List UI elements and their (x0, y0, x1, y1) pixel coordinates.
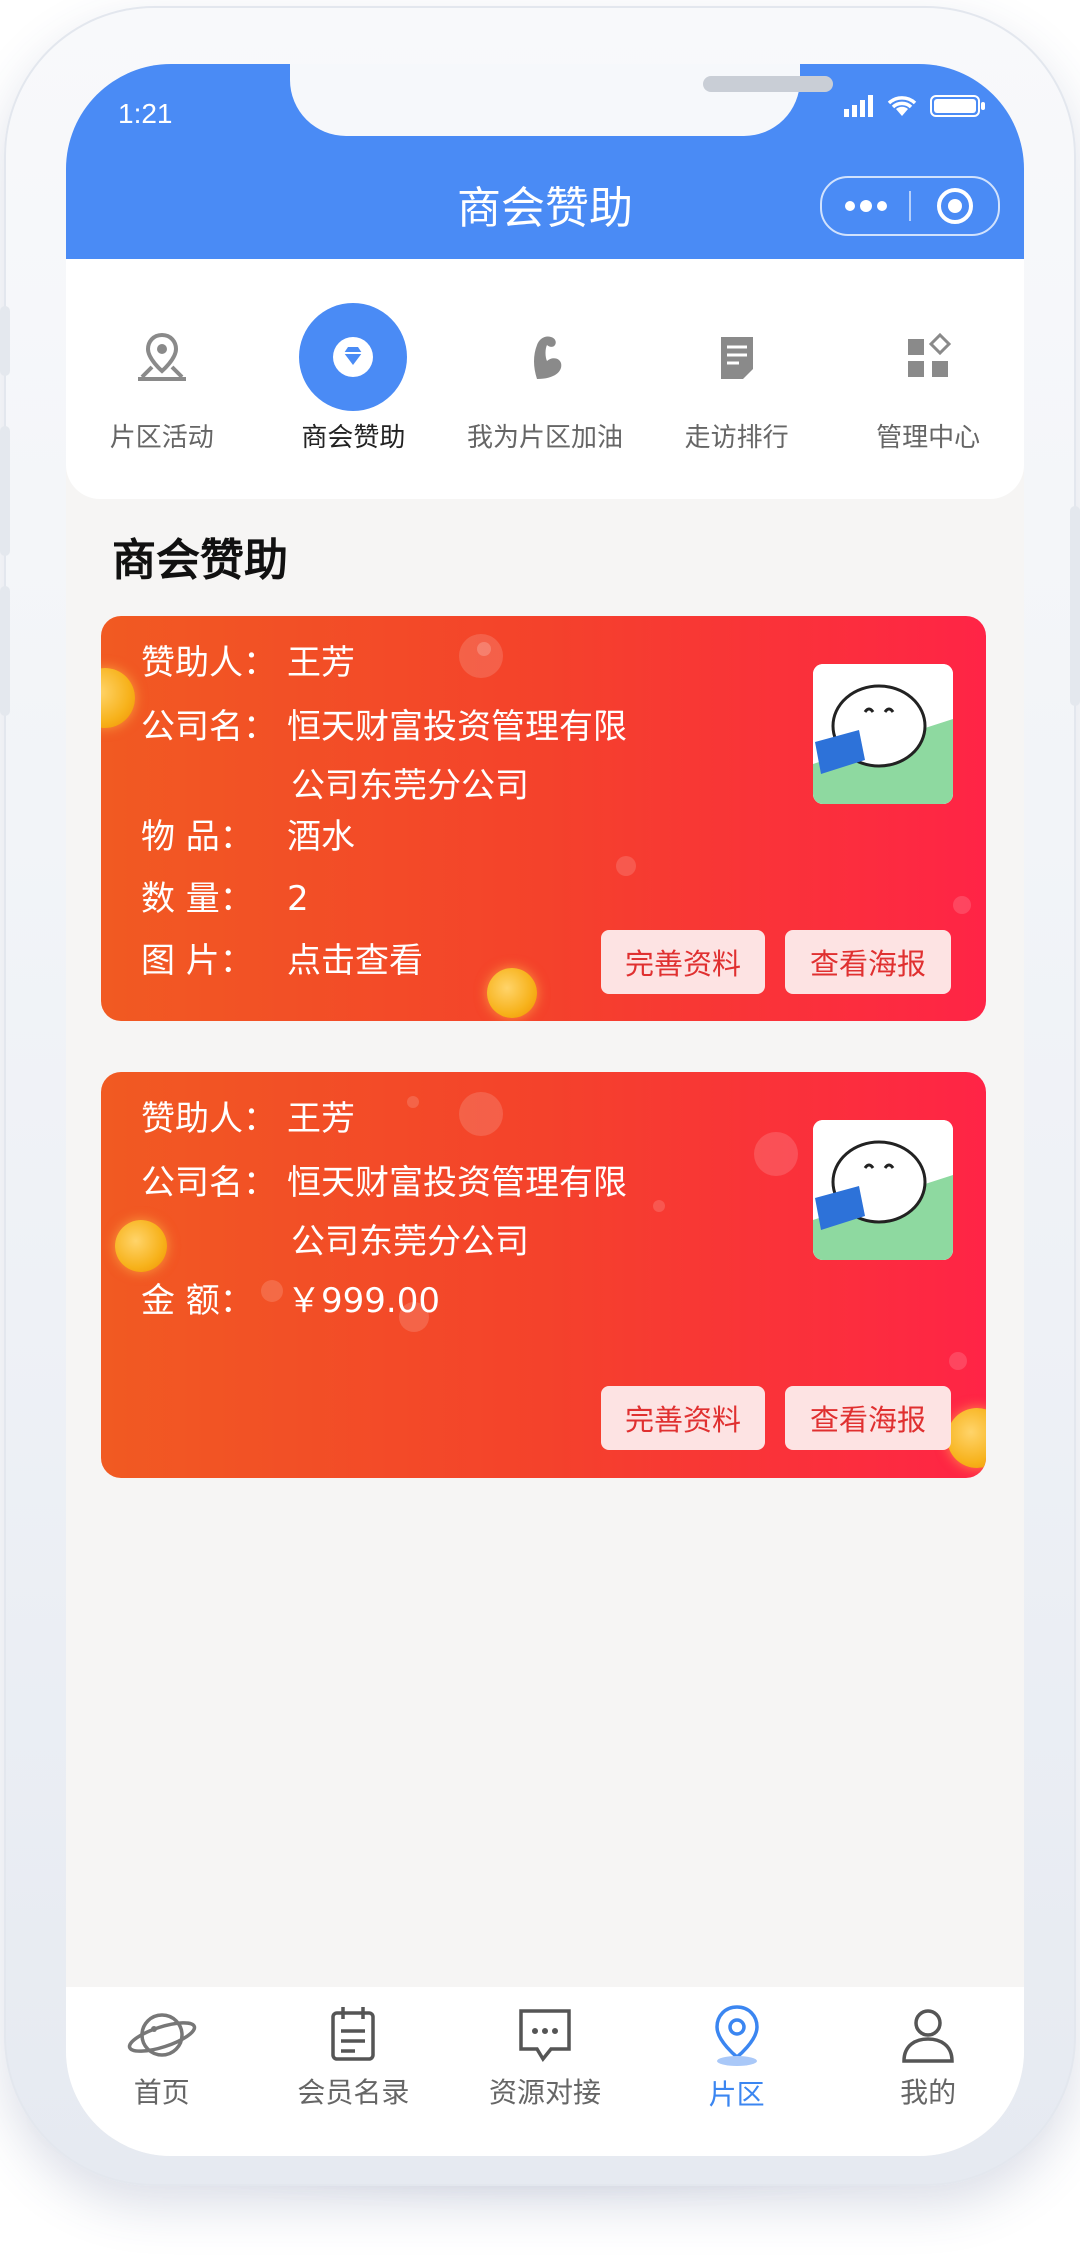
decor-bubble (616, 856, 636, 876)
nav-item-label: 走访排行 (684, 423, 789, 453)
nav-item-visit-ranking[interactable]: 走访排行 (641, 259, 833, 499)
view-image-link[interactable]: 点击查看 (287, 941, 423, 981)
phone-frame: 1:21 商会赞助 片区活动 商会赞助 我为片区加油 走访排行 管理中心 商会赞… (0, 6, 1080, 2186)
map-pin-icon (108, 303, 216, 411)
decor-bubble (407, 1096, 419, 1108)
item-value: 酒水 (287, 817, 355, 857)
sponsor-label: 赞助人： (141, 643, 277, 683)
battery-icon (930, 95, 985, 117)
amount-row: 金 额： ￥999.00 (141, 1284, 440, 1318)
tab-label: 首页 (133, 2076, 190, 2109)
tab-area[interactable]: 片区 (641, 1987, 833, 2156)
sponsor-avatar[interactable] (813, 664, 953, 804)
company-row: 公司名： 恒天财富投资管理有限 (141, 710, 627, 744)
tab-label: 资源对接 (488, 2076, 601, 2109)
image-label: 图 片： (141, 941, 254, 981)
status-time: 1:21 (118, 98, 173, 129)
location-icon (714, 2005, 759, 2066)
coin-decoration (487, 968, 537, 1018)
tab-home[interactable]: 首页 (66, 1987, 258, 2156)
mini-program-capsule (820, 176, 1000, 236)
mute-switch (0, 306, 10, 376)
decor-bubble (459, 1092, 503, 1136)
tab-label: 片区 (708, 2078, 765, 2111)
company-name-line1: 恒天财富投资管理有限 (287, 707, 627, 747)
amount-label: 金 额： (141, 1281, 254, 1321)
clipboard-icon (683, 303, 791, 411)
amount-value: ￥999.00 (287, 1281, 440, 1321)
more-button[interactable] (822, 178, 909, 234)
coin-decoration (947, 1408, 986, 1468)
tab-mine[interactable]: 我的 (832, 1987, 1024, 2156)
muscle-icon (491, 303, 599, 411)
company-label: 公司名： (141, 1163, 277, 1203)
coin-decoration (115, 1220, 167, 1272)
tab-resource-matching[interactable]: 资源对接 (449, 1987, 641, 2156)
item-label: 物 品： (141, 817, 254, 857)
nav-item-label: 我为片区加油 (466, 423, 623, 453)
decor-bubble (477, 642, 491, 656)
nav-item-area-activity[interactable]: 片区活动 (66, 259, 258, 499)
tab-member-directory[interactable]: 会员名录 (258, 1987, 450, 2156)
nav-item-label: 管理中心 (876, 423, 981, 453)
sponsor-label: 赞助人： (141, 1099, 277, 1139)
volume-up-button (0, 426, 10, 556)
close-button[interactable] (911, 178, 998, 234)
signal-icon (844, 95, 873, 117)
section-title: 商会赞助 (112, 535, 288, 586)
decor-bubble (953, 896, 971, 914)
item-row: 物 品： 酒水 (141, 820, 355, 854)
nav-item-label: 片区活动 (109, 423, 214, 453)
nav-item-management-center[interactable]: 管理中心 (832, 259, 1024, 499)
coin-decoration (101, 668, 135, 728)
decor-bubble (754, 1132, 798, 1176)
nav-item-cheer-area[interactable]: 我为片区加油 (449, 259, 641, 499)
target-close-icon (936, 188, 973, 224)
view-poster-button[interactable]: 查看海报 (785, 930, 951, 994)
speaker (703, 76, 833, 92)
nav-item-label: 商会赞助 (301, 423, 406, 453)
diamond-icon (299, 303, 408, 411)
view-poster-button[interactable]: 查看海报 (785, 1386, 951, 1450)
sponsor-card[interactable]: 赞助人： 王芳 公司名： 恒天财富投资管理有限 公司东莞分公司 物 品： 酒水 数 量… (101, 616, 986, 1021)
sponsor-avatar[interactable] (813, 1120, 953, 1260)
notch (290, 64, 833, 136)
chat-icon (519, 2009, 571, 2063)
sponsor-row: 赞助人： 王芳 (141, 1102, 355, 1136)
decor-bubble (459, 634, 503, 678)
grid-icon (874, 303, 982, 411)
user-icon (902, 2009, 954, 2063)
company-name-line1: 恒天财富投资管理有限 (287, 1163, 627, 1203)
company-name-line2: 公司东莞分公司 (291, 1222, 529, 1262)
company-name-line2: 公司东莞分公司 (291, 766, 529, 806)
decor-bubble (949, 1352, 967, 1370)
sponsor-row: 赞助人： 王芳 (141, 646, 355, 680)
company-label: 公司名： (141, 707, 277, 747)
status-icons (844, 94, 986, 118)
more-dots-icon (844, 200, 887, 212)
sponsor-card[interactable]: 赞助人： 王芳 公司名： 恒天财富投资管理有限 公司东莞分公司 金 额： ￥999.0… (101, 1072, 986, 1478)
image-row: 图 片： 点击查看 (141, 944, 423, 978)
planet-icon (127, 2013, 197, 2057)
bottom-tab-bar: 首页 会员名录 资源对接 片区 我的 (66, 1987, 1024, 2156)
quantity-value: 2 (287, 879, 309, 919)
quantity-row: 数 量： 2 (141, 882, 309, 916)
sponsor-name: 王芳 (287, 643, 355, 683)
sponsor-name: 王芳 (287, 1099, 355, 1139)
power-button (1070, 506, 1080, 706)
decor-bubble (653, 1200, 665, 1212)
tab-label: 我的 (900, 2076, 957, 2109)
nav-item-chamber-sponsor[interactable]: 商会赞助 (258, 259, 450, 499)
wifi-icon (887, 96, 917, 116)
complete-info-button[interactable]: 完善资料 (601, 1386, 765, 1450)
calendar-list-icon (331, 2007, 376, 2061)
tab-label: 会员名录 (297, 2076, 410, 2109)
header-bar: 1:21 商会赞助 (66, 64, 1024, 259)
complete-info-button[interactable]: 完善资料 (601, 930, 765, 994)
volume-down-button (0, 586, 10, 716)
category-nav: 片区活动 商会赞助 我为片区加油 走访排行 管理中心 (66, 259, 1024, 499)
company-row: 公司名： 恒天财富投资管理有限 (141, 1166, 627, 1200)
screen: 1:21 商会赞助 片区活动 商会赞助 我为片区加油 走访排行 管理中心 商会赞… (66, 64, 1024, 2156)
quantity-label: 数 量： (141, 879, 254, 919)
